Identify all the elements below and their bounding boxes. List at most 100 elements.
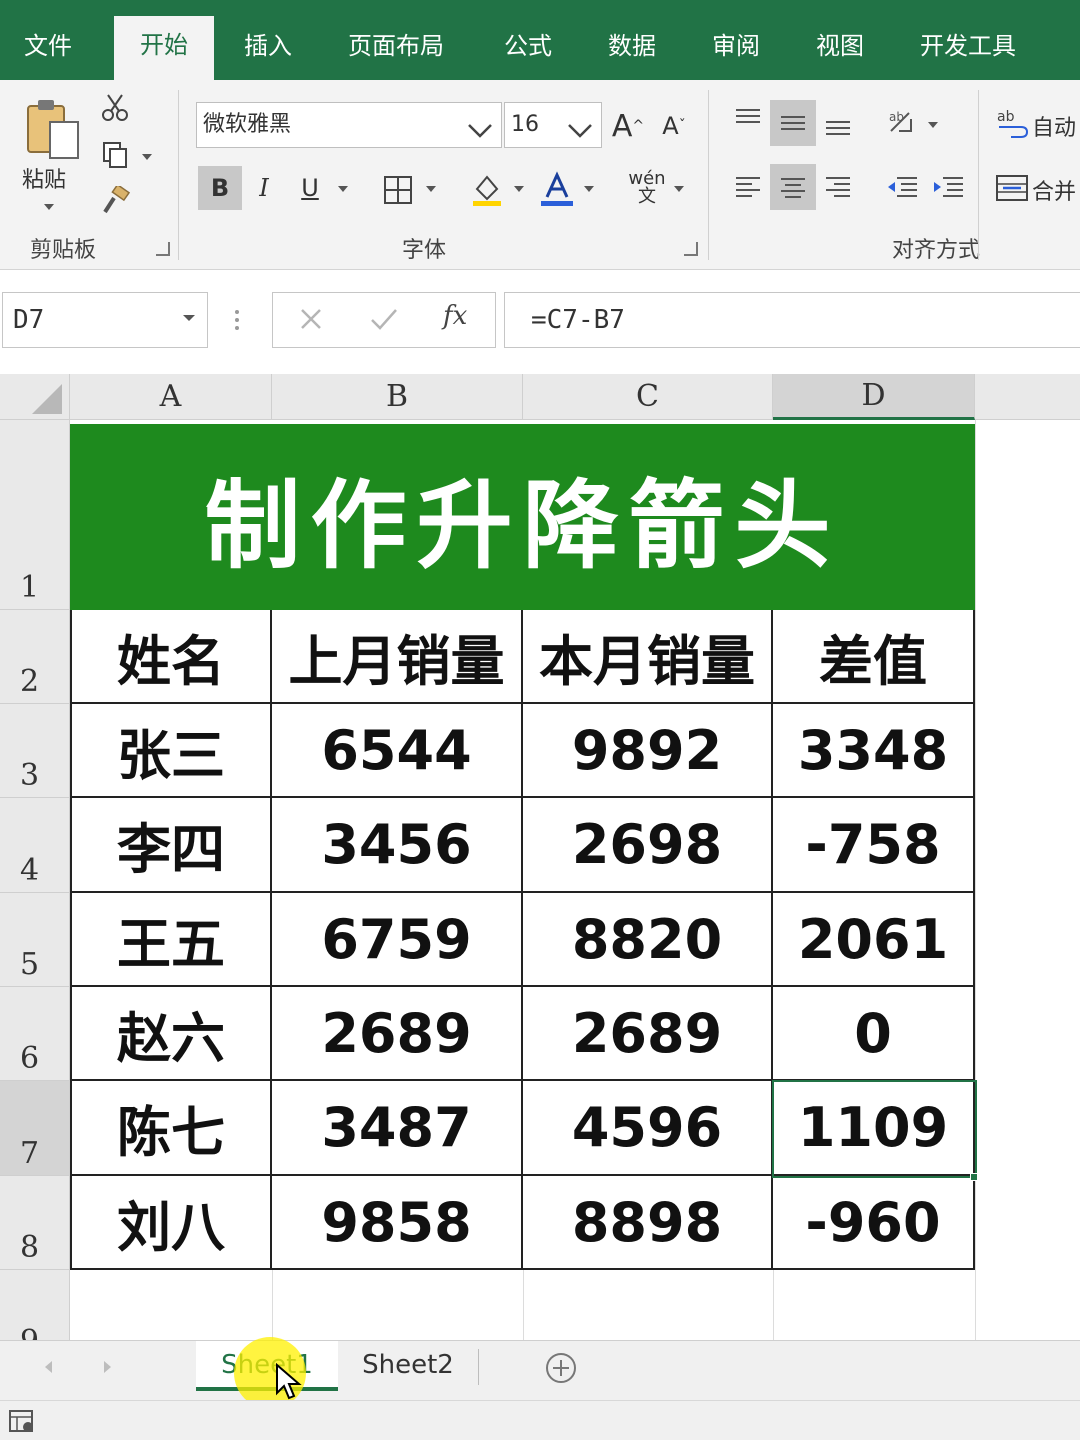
- title-cell-a1[interactable]: 制作升降箭头: [70, 424, 975, 610]
- bold-button[interactable]: B: [198, 166, 242, 210]
- row-header-2[interactable]: 2: [0, 610, 70, 704]
- select-all-corner[interactable]: [0, 374, 70, 420]
- paste-icon[interactable]: [22, 94, 86, 164]
- shrink-font-button[interactable]: Aˇ: [652, 104, 696, 148]
- row-header-7[interactable]: 7: [0, 1081, 70, 1176]
- tab-home[interactable]: 开始: [114, 16, 214, 80]
- borders-dropdown-caret[interactable]: [426, 186, 436, 192]
- scroll-left-icon[interactable]: [42, 1359, 54, 1379]
- wrap-text-icon[interactable]: ab: [992, 104, 1032, 144]
- table-cell[interactable]: 陈七: [70, 1081, 272, 1176]
- column-header-d[interactable]: D: [773, 374, 975, 420]
- font-color-icon[interactable]: [536, 168, 578, 210]
- font-launcher-icon[interactable]: [684, 242, 698, 256]
- table-cell[interactable]: 王五: [70, 893, 272, 987]
- column-header-a[interactable]: A: [70, 374, 272, 420]
- scroll-right-icon[interactable]: [102, 1359, 114, 1379]
- macro-record-icon[interactable]: [8, 1407, 36, 1439]
- align-right-icon[interactable]: [816, 164, 860, 208]
- table-cell[interactable]: 3487: [272, 1081, 523, 1176]
- phonetic-dropdown-caret[interactable]: [674, 186, 684, 192]
- table-cell[interactable]: 6544: [272, 704, 523, 798]
- table-cell[interactable]: 2698: [523, 798, 773, 893]
- formula-bar-splitter-icon[interactable]: [234, 308, 240, 332]
- orientation-icon[interactable]: ab: [880, 100, 924, 144]
- enter-check-icon[interactable]: [369, 305, 399, 337]
- format-painter-icon[interactable]: [98, 184, 132, 218]
- table-cell[interactable]: 8820: [523, 893, 773, 987]
- formula-input[interactable]: =C7-B7: [504, 292, 1080, 348]
- decrease-indent-icon[interactable]: [880, 164, 924, 208]
- tab-review[interactable]: 审阅: [712, 26, 760, 66]
- copy-icon[interactable]: [98, 138, 132, 172]
- font-size-select[interactable]: 16: [504, 102, 602, 148]
- row-header-5[interactable]: 5: [0, 893, 70, 987]
- header-cell-last-month[interactable]: 上月销量: [272, 610, 523, 704]
- table-cell[interactable]: 赵六: [70, 987, 272, 1081]
- fill-handle[interactable]: [970, 1173, 978, 1181]
- table-cell[interactable]: -960: [773, 1176, 975, 1270]
- cut-icon[interactable]: [98, 90, 132, 124]
- wrap-text-label[interactable]: 自动: [1032, 110, 1076, 142]
- table-cell[interactable]: 9858: [272, 1176, 523, 1270]
- column-header-e[interactable]: [975, 374, 1080, 420]
- tab-page-layout[interactable]: 页面布局: [348, 26, 444, 66]
- header-cell-this-month[interactable]: 本月销量: [523, 610, 773, 704]
- tab-view[interactable]: 视图: [816, 26, 864, 66]
- row-header-8[interactable]: 8: [0, 1176, 70, 1270]
- align-center-icon[interactable]: [770, 164, 816, 210]
- orientation-dropdown-caret[interactable]: [928, 122, 938, 128]
- active-cell-selection[interactable]: [772, 1080, 977, 1178]
- font-name-select[interactable]: 微软雅黑: [196, 102, 502, 148]
- grow-font-button[interactable]: A ^: [606, 104, 650, 148]
- worksheet-grid[interactable]: A B C D 1 2 3 4 5 6 7 8 9 制作升降箭头 姓名 上月销量…: [0, 370, 1080, 1340]
- paste-button-label[interactable]: 粘贴: [22, 162, 66, 194]
- underline-button[interactable]: U: [288, 166, 332, 210]
- table-cell[interactable]: -758: [773, 798, 975, 893]
- tab-file[interactable]: 文件: [24, 26, 72, 66]
- table-cell[interactable]: 李四: [70, 798, 272, 893]
- tab-developer[interactable]: 开发工具: [920, 26, 1016, 66]
- paste-dropdown-caret[interactable]: [44, 204, 54, 210]
- italic-button[interactable]: I: [242, 166, 286, 210]
- clipboard-launcher-icon[interactable]: [156, 242, 170, 256]
- table-cell[interactable]: 3456: [272, 798, 523, 893]
- align-left-icon[interactable]: [726, 164, 770, 208]
- table-cell[interactable]: 2689: [272, 987, 523, 1081]
- increase-indent-icon[interactable]: [926, 164, 970, 208]
- table-cell[interactable]: 刘八: [70, 1176, 272, 1270]
- copy-dropdown-caret[interactable]: [142, 154, 152, 160]
- fill-color-dropdown-caret[interactable]: [514, 186, 524, 192]
- header-cell-name[interactable]: 姓名: [70, 610, 272, 704]
- row-header-4[interactable]: 4: [0, 798, 70, 893]
- fill-color-icon[interactable]: [466, 168, 508, 210]
- align-top-icon[interactable]: [726, 100, 770, 144]
- merge-center-icon[interactable]: [992, 168, 1032, 208]
- add-sheet-icon[interactable]: [544, 1351, 578, 1389]
- table-cell[interactable]: 4596: [523, 1081, 773, 1176]
- underline-dropdown-caret[interactable]: [338, 186, 348, 192]
- column-header-c[interactable]: C: [523, 374, 773, 420]
- table-cell[interactable]: 张三: [70, 704, 272, 798]
- name-box[interactable]: D7: [2, 292, 208, 348]
- table-cell[interactable]: 6759: [272, 893, 523, 987]
- phonetic-button[interactable]: wén 文: [624, 166, 670, 210]
- borders-icon[interactable]: [378, 170, 418, 210]
- header-cell-difference[interactable]: 差值: [773, 610, 975, 704]
- table-cell[interactable]: 3348: [773, 704, 975, 798]
- row-header-6[interactable]: 6: [0, 987, 70, 1081]
- merge-center-label[interactable]: 合并: [1032, 174, 1076, 206]
- sheet-tab-sheet2[interactable]: Sheet2: [340, 1341, 476, 1391]
- font-color-dropdown-caret[interactable]: [584, 186, 594, 192]
- table-cell[interactable]: 8898: [523, 1176, 773, 1270]
- table-cell[interactable]: 2061: [773, 893, 975, 987]
- table-cell[interactable]: 9892: [523, 704, 773, 798]
- tab-formulas[interactable]: 公式: [504, 26, 552, 66]
- row-header-3[interactable]: 3: [0, 704, 70, 798]
- row-header-1[interactable]: 1: [0, 420, 70, 610]
- row-header-9[interactable]: 9: [0, 1270, 70, 1340]
- align-middle-icon[interactable]: [770, 100, 816, 146]
- cancel-icon[interactable]: [297, 305, 325, 337]
- table-cell[interactable]: 2689: [523, 987, 773, 1081]
- tab-data[interactable]: 数据: [608, 26, 656, 66]
